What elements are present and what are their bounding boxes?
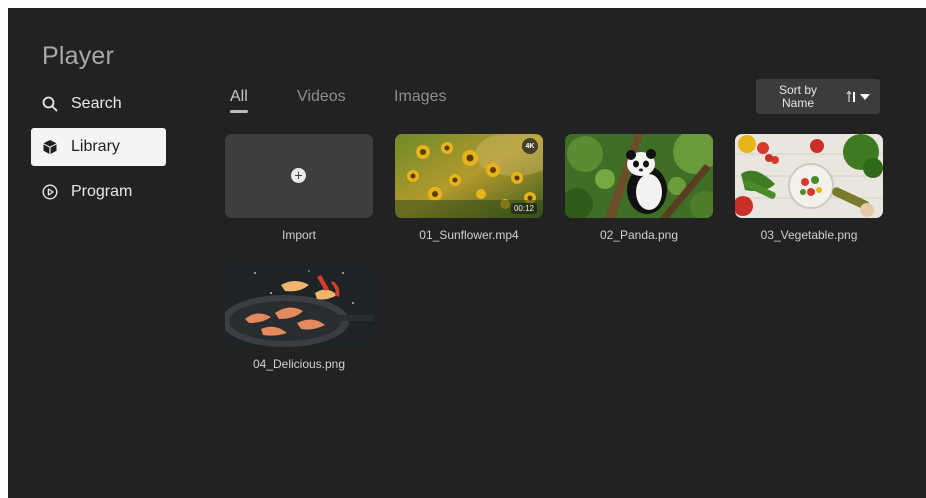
sidebar-item-search[interactable]: Search: [31, 85, 166, 123]
player-screen: Player Search Library Program All Videos…: [8, 8, 926, 498]
sort-button[interactable]: Sort by Name: [756, 79, 880, 114]
media-tile-delicious[interactable]: [225, 263, 373, 347]
delicious-thumbnail: [225, 263, 373, 347]
import-tile[interactable]: [225, 134, 373, 218]
tab-images[interactable]: Images: [394, 88, 446, 106]
plus-circle-icon: [291, 168, 306, 183]
4k-badge: 4K: [522, 138, 538, 154]
sort-label-line2: Name: [781, 95, 814, 110]
tab-videos[interactable]: Videos: [297, 88, 346, 106]
media-caption: 03_Vegetable.png: [760, 228, 858, 242]
media-caption: 04_Delicious.png: [252, 357, 346, 371]
active-tab-indicator: [230, 110, 248, 113]
video-duration: 00:12: [510, 203, 537, 214]
search-icon: [42, 96, 58, 112]
app-title: Player: [42, 42, 115, 70]
sidebar-item-label: Program: [71, 183, 133, 200]
sidebar-item-label: Search: [71, 95, 122, 112]
media-caption: 02_Panda.png: [599, 228, 679, 242]
media-caption: 01_Sunflower.mp4: [419, 228, 519, 242]
caret-down-icon: [860, 88, 870, 106]
play-circle-icon: [42, 184, 58, 200]
sort-order-icon: [846, 90, 858, 104]
sort-label: Sort by Name: [756, 82, 840, 110]
panda-thumbnail: [565, 134, 713, 218]
media-tile-vegetable[interactable]: [735, 134, 883, 218]
import-caption: Import: [281, 228, 316, 242]
tab-all[interactable]: All: [230, 88, 248, 106]
media-tile-sunflower[interactable]: 4K 00:12: [395, 134, 543, 218]
media-tile-panda[interactable]: [565, 134, 713, 218]
sidebar-item-program[interactable]: Program: [31, 173, 166, 211]
vegetable-thumbnail: [735, 134, 883, 218]
sidebar-item-library[interactable]: Library: [31, 128, 166, 166]
library-cube-icon: [42, 139, 58, 155]
sidebar-item-label: Library: [71, 138, 120, 155]
sort-label-line1: Sort by: [778, 82, 817, 97]
